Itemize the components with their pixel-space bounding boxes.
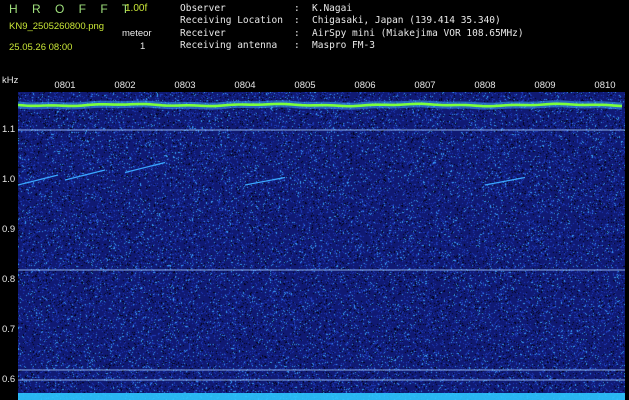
metadata-key: Receiver xyxy=(180,27,226,39)
metadata-separator: : xyxy=(294,15,300,27)
y-tick-label: 1.1 xyxy=(2,124,16,135)
meteor-ping xyxy=(64,169,106,181)
metadata-value: AirSpy mini (Miakejima VOR 108.65MHz) xyxy=(312,27,524,39)
y-unit-label: kHz xyxy=(2,75,19,86)
meteor-ping xyxy=(18,174,59,186)
x-tick-label: 0806 xyxy=(354,80,376,91)
metadata-separator: : xyxy=(294,39,300,51)
y-tick-label: 0.9 xyxy=(2,224,16,235)
metadata-key: Receiving Location xyxy=(180,15,283,27)
x-tick-label: 0804 xyxy=(234,80,256,91)
meteor-ping xyxy=(244,176,286,186)
metadata-value: Maspro FM-3 xyxy=(312,39,375,51)
y-tick-label: 0.8 xyxy=(2,274,16,285)
observation-metadata: Observer : K.Nagai Receiving Location : … xyxy=(180,3,524,52)
app-version: 1.00f xyxy=(125,3,148,14)
metadata-separator: : xyxy=(294,3,300,14)
metadata-key: Receiving antenna xyxy=(180,39,278,51)
app-title: H R O F F T xyxy=(9,2,135,16)
metadata-key: Observer xyxy=(180,3,226,14)
x-tick-label: 0810 xyxy=(594,80,616,91)
x-tick-label: 0807 xyxy=(414,80,436,91)
y-tick-label: 1.0 xyxy=(2,174,16,185)
x-tick-label: 0805 xyxy=(294,80,316,91)
meteor-ping xyxy=(124,161,166,174)
metadata-row-receiver: Receiver : AirSpy mini (Miakejima VOR 10… xyxy=(180,28,524,40)
hroft-spectrogram-window: H R O F F T 1.00f KN9_2505260800.png met… xyxy=(0,0,629,400)
y-tick-label: 0.6 xyxy=(2,374,16,385)
sub-label: meteor xyxy=(122,28,152,39)
metadata-row-antenna: Receiving antenna : Maspro FM-3 xyxy=(180,40,524,52)
metadata-value: K.Nagai xyxy=(312,3,353,14)
baseline-band xyxy=(18,393,625,400)
metadata-row-location: Receiving Location : Chigasaki, Japan (1… xyxy=(180,15,524,27)
metadata-separator: : xyxy=(294,27,300,39)
spectrogram-plot xyxy=(18,92,625,400)
x-tick-label: 0808 xyxy=(474,80,496,91)
spectrogram-overlay xyxy=(18,100,625,400)
x-tick-label: 0803 xyxy=(174,80,196,91)
y-tick-label: 0.7 xyxy=(2,324,16,335)
metadata-row-observer: Observer : K.Nagai xyxy=(180,3,524,15)
datetime: 25.05.26 08:00 xyxy=(9,42,73,53)
file-name: KN9_2505260800.png xyxy=(9,21,105,32)
x-tick-label: 0809 xyxy=(534,80,556,91)
x-tick-label: 0802 xyxy=(114,80,136,91)
sub-value: 1 xyxy=(140,41,146,52)
meteor-ping xyxy=(484,176,526,186)
metadata-value: Chigasaki, Japan (139.414 35.340) xyxy=(312,15,501,27)
x-tick-label: 0801 xyxy=(54,80,76,91)
